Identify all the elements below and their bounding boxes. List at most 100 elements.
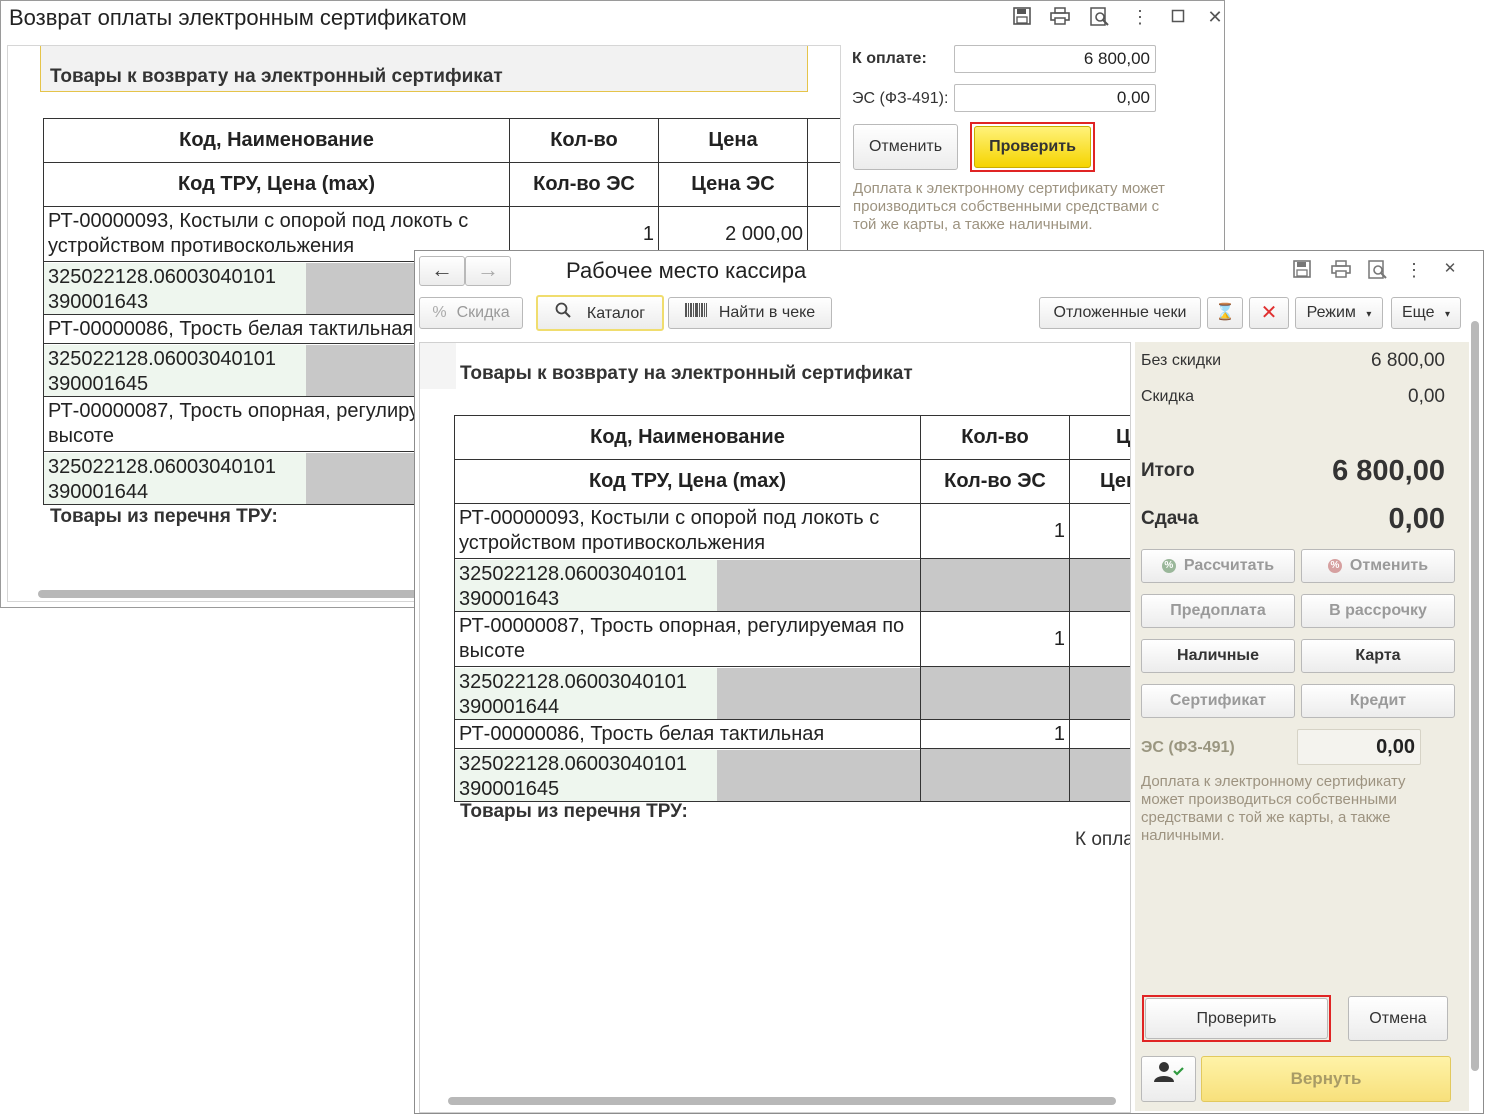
prepayment-button[interactable]: Предоплата: [1141, 594, 1295, 628]
discount-value: 0,00: [1408, 386, 1445, 407]
preview-icon[interactable]: [1089, 7, 1111, 29]
chevron-down-icon: ▾: [1366, 309, 1372, 320]
es-field[interactable]: 0,00: [1297, 729, 1421, 765]
more-dropdown[interactable]: Еще ▾: [1391, 297, 1461, 329]
section-title-box: [420, 343, 456, 389]
forward-button[interactable]: →: [465, 256, 511, 286]
cancel-button[interactable]: Отмена: [1348, 996, 1448, 1041]
change-value: 0,00: [1388, 503, 1445, 535]
close-icon[interactable]: ✕: [1439, 258, 1461, 280]
tru-code-line2: 390001643: [459, 587, 560, 610]
col-header-tru-code: Код ТРУ, Цена (max): [43, 162, 510, 207]
to-pay-field[interactable]: 6 800,00: [954, 45, 1156, 73]
es-label: ЭС (ФЗ-491):: [852, 90, 949, 107]
certificate-button[interactable]: Сертификат: [1141, 684, 1295, 718]
payment-side-panel: Без скидки 6 800,00 Скидка 0,00 Итого 6 …: [1135, 342, 1469, 1111]
search-icon: [555, 297, 571, 331]
catalog-label: Каталог: [586, 305, 646, 323]
receipt-document-pane: Товары к возврату на электронный сертифи…: [419, 342, 1131, 1113]
vertical-scrollbar[interactable]: [1471, 321, 1479, 1071]
col-header-price: Ц: [1069, 415, 1130, 460]
credit-button[interactable]: Кредит: [1301, 684, 1455, 718]
cancel-button[interactable]: Отменить: [853, 124, 958, 170]
hourglass-button[interactable]: ⌛: [1207, 297, 1243, 329]
installments-button[interactable]: В рассрочку: [1301, 594, 1455, 628]
es-label: ЭС (ФЗ-491): [1141, 739, 1235, 756]
col-header-qty: Кол-во: [920, 415, 1070, 460]
print-icon[interactable]: [1330, 260, 1352, 282]
tru-code: 325022128.06003040101 390001643: [44, 262, 306, 314]
no-discount-value: 6 800,00: [1371, 350, 1445, 371]
print-icon[interactable]: [1049, 7, 1071, 29]
more-label: Еще: [1401, 304, 1435, 321]
save-icon[interactable]: [1011, 7, 1033, 29]
horizontal-scrollbar[interactable]: [448, 1097, 1116, 1105]
item-qty: 1: [920, 719, 1070, 749]
back-button[interactable]: ←: [419, 256, 465, 286]
chevron-down-icon: ▾: [1444, 309, 1451, 320]
customer-button[interactable]: [1141, 1056, 1196, 1102]
discount-label: Скидка: [1141, 388, 1195, 405]
maximize-icon[interactable]: [1167, 6, 1189, 28]
discount-label: Скидка: [456, 304, 510, 321]
close-icon[interactable]: ✕: [1204, 6, 1224, 28]
find-label: Найти в чеке: [718, 304, 816, 322]
preview-icon[interactable]: [1367, 260, 1389, 282]
check-button[interactable]: Проверить: [1145, 998, 1328, 1039]
goods-table: Код, Наименование Кол-во Ц Код ТРУ, Цена…: [454, 415, 1130, 802]
tru-code-line2: 390001645: [48, 372, 149, 395]
catalog-button[interactable]: Каталог: [536, 295, 664, 331]
save-icon[interactable]: [1291, 260, 1313, 282]
es-field[interactable]: 0,00: [954, 84, 1156, 112]
cancel-discount-button[interactable]: % Отменить: [1301, 549, 1455, 583]
tru-code-line1: 325022128.06003040101: [48, 455, 277, 478]
red-x-icon: ✕: [1260, 302, 1278, 324]
window-title: Возврат оплаты электронным сертификатом: [9, 5, 467, 30]
tru-code-line2: 390001644: [459, 695, 560, 718]
discount-button[interactable]: % Скидка: [419, 297, 523, 329]
table-row[interactable]: 325022128.06003040101 390001643: [454, 558, 1130, 612]
find-in-receipt-button[interactable]: Найти в чеке: [668, 297, 832, 329]
clear-button[interactable]: ✕: [1249, 297, 1289, 329]
table-row[interactable]: 325022128.06003040101 390001645: [454, 748, 1130, 802]
return-button[interactable]: Вернуть: [1201, 1056, 1451, 1102]
more-icon[interactable]: ⋮: [1129, 6, 1151, 28]
total-label: Итого: [1141, 460, 1195, 481]
item-name: РТ-00000093, Костыли с опорой под локоть…: [454, 503, 921, 559]
mode-dropdown[interactable]: Режим ▾: [1295, 297, 1383, 329]
table-row[interactable]: 325022128.06003040101 390001644: [454, 666, 1130, 720]
mode-label: Режим: [1306, 304, 1356, 321]
surcharge-hint: Доплата к электронному сертификату может…: [1141, 773, 1406, 844]
no-discount-label: Без скидки: [1141, 352, 1222, 369]
tru-code-line2: 390001644: [48, 480, 149, 503]
col-header-qty-es: Кол-во ЭС: [920, 459, 1070, 504]
card-button[interactable]: Карта: [1301, 639, 1455, 673]
col-header-price: Цена: [658, 118, 808, 163]
barcode-icon: [684, 298, 707, 328]
item-qty: 1: [920, 611, 1070, 667]
tru-code-line1: 325022128.06003040101: [459, 752, 688, 775]
calculate-button[interactable]: % Рассчитать: [1141, 549, 1295, 583]
col-header-price-es: Цена ЭС: [658, 162, 808, 207]
more-icon[interactable]: ⋮: [1403, 259, 1425, 281]
table-row[interactable]: РТ-00000086, Трость белая тактильная 1: [454, 719, 1130, 749]
section-title: Товары к возврату на электронный сертифи…: [460, 363, 913, 384]
tru-code-line2: 390001645: [459, 777, 560, 800]
table-row[interactable]: РТ-00000093, Костыли с опорой под локоть…: [454, 503, 1130, 559]
table-row[interactable]: РТ-00000087, Трость опорная, регулируема…: [454, 611, 1130, 667]
to-pay-partial-label: К опла: [1075, 829, 1131, 850]
col-header-price-es: Цен: [1069, 459, 1130, 504]
col-header-tru-code: Код ТРУ, Цена (max): [454, 459, 921, 504]
arrow-right-icon: →: [477, 257, 499, 282]
cash-button[interactable]: Наличные: [1141, 639, 1295, 673]
tru-code: 325022128.06003040101 390001645: [44, 344, 306, 396]
col-header-qty: Кол-во: [509, 118, 659, 163]
tru-list-title: Товары из перечня ТРУ:: [50, 506, 278, 527]
tru-code-line1: 325022128.06003040101: [459, 562, 688, 585]
tru-list-title: Товары из перечня ТРУ:: [460, 801, 688, 822]
user-check-icon: [1153, 1057, 1184, 1101]
tru-code-line1: 325022128.06003040101: [48, 347, 277, 370]
check-button[interactable]: Проверить: [974, 126, 1091, 168]
deferred-receipts-button[interactable]: Отложенные чеки: [1039, 297, 1201, 329]
tru-code: 325022128.06003040101 390001643: [455, 559, 717, 611]
